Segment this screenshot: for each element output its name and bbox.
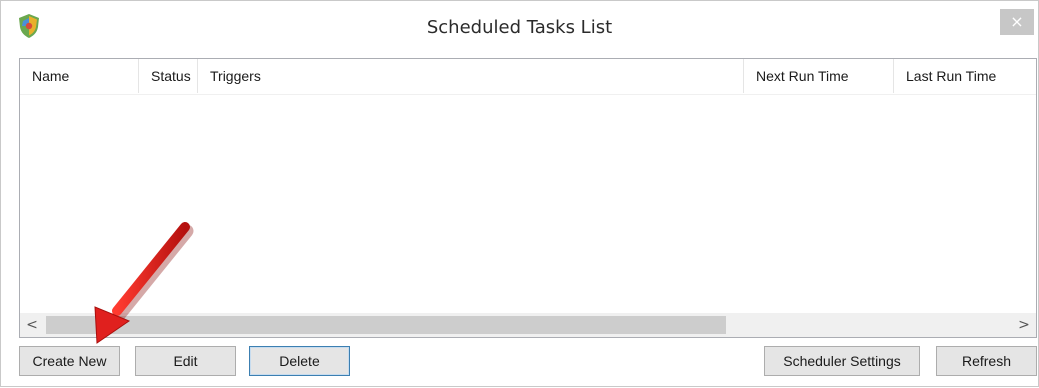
scheduled-tasks-window: Scheduled Tasks List × Name Status Trigg… bbox=[0, 0, 1039, 387]
close-button[interactable]: × bbox=[1000, 9, 1034, 35]
scroll-left-arrow[interactable]: < bbox=[20, 313, 44, 337]
header-divider bbox=[20, 94, 1036, 95]
scroll-thumb[interactable] bbox=[46, 316, 726, 334]
column-header-next-run-time[interactable]: Next Run Time bbox=[744, 59, 894, 93]
horizontal-scrollbar[interactable]: < > bbox=[20, 313, 1036, 337]
refresh-button[interactable]: Refresh bbox=[936, 346, 1037, 376]
edit-button[interactable]: Edit bbox=[135, 346, 236, 376]
window-title: Scheduled Tasks List bbox=[426, 17, 613, 38]
column-header-triggers[interactable]: Triggers bbox=[198, 59, 744, 93]
delete-button[interactable]: Delete bbox=[249, 346, 350, 376]
column-header-last-run-time[interactable]: Last Run Time bbox=[894, 59, 1036, 93]
create-new-button[interactable]: Create New bbox=[19, 346, 120, 376]
task-list[interactable]: Name Status Triggers Next Run Time Last … bbox=[19, 58, 1037, 338]
scroll-right-arrow[interactable]: > bbox=[1012, 313, 1036, 337]
title-bar: Scheduled Tasks List × bbox=[1, 1, 1038, 56]
scheduler-settings-button[interactable]: Scheduler Settings bbox=[764, 346, 920, 376]
column-header-status[interactable]: Status bbox=[139, 59, 198, 93]
column-header-name[interactable]: Name bbox=[20, 59, 139, 93]
